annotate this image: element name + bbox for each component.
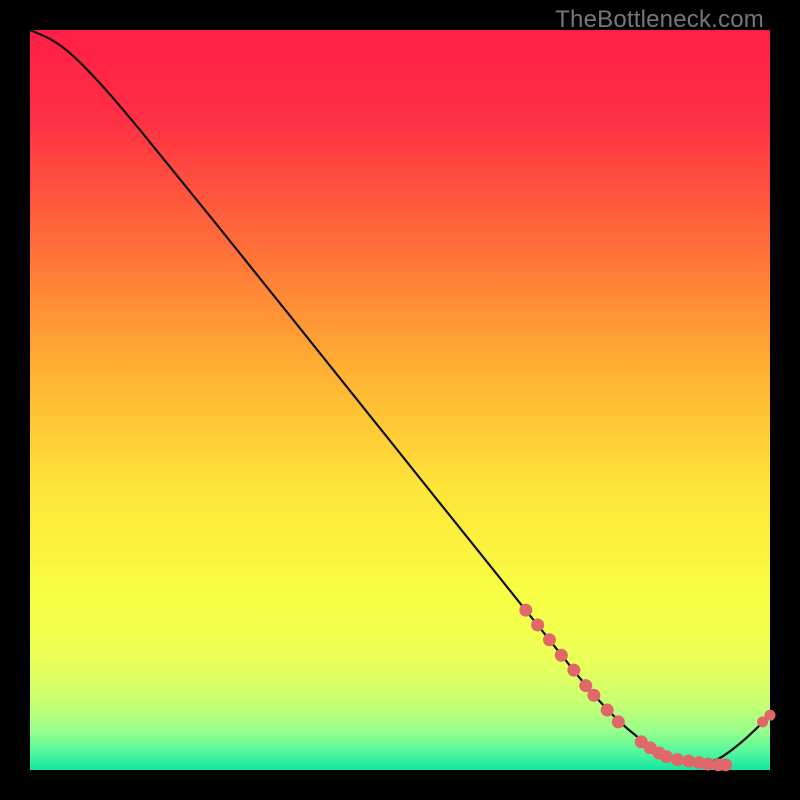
data-point	[601, 704, 614, 717]
marker-cluster-tail	[757, 710, 775, 728]
data-point	[567, 664, 580, 677]
plot-area	[30, 30, 770, 770]
chart-overlay	[30, 30, 770, 770]
data-point	[719, 758, 732, 771]
data-point	[671, 753, 684, 766]
data-point	[587, 689, 600, 702]
data-point	[765, 710, 776, 721]
data-point	[519, 604, 532, 617]
data-point	[531, 618, 544, 631]
data-point	[555, 649, 568, 662]
line-series	[30, 30, 770, 763]
data-point	[543, 633, 556, 646]
marker-cluster-dense	[519, 604, 732, 772]
data-point	[660, 750, 673, 763]
chart-frame: TheBottleneck.com	[0, 0, 800, 800]
data-point	[612, 715, 625, 728]
